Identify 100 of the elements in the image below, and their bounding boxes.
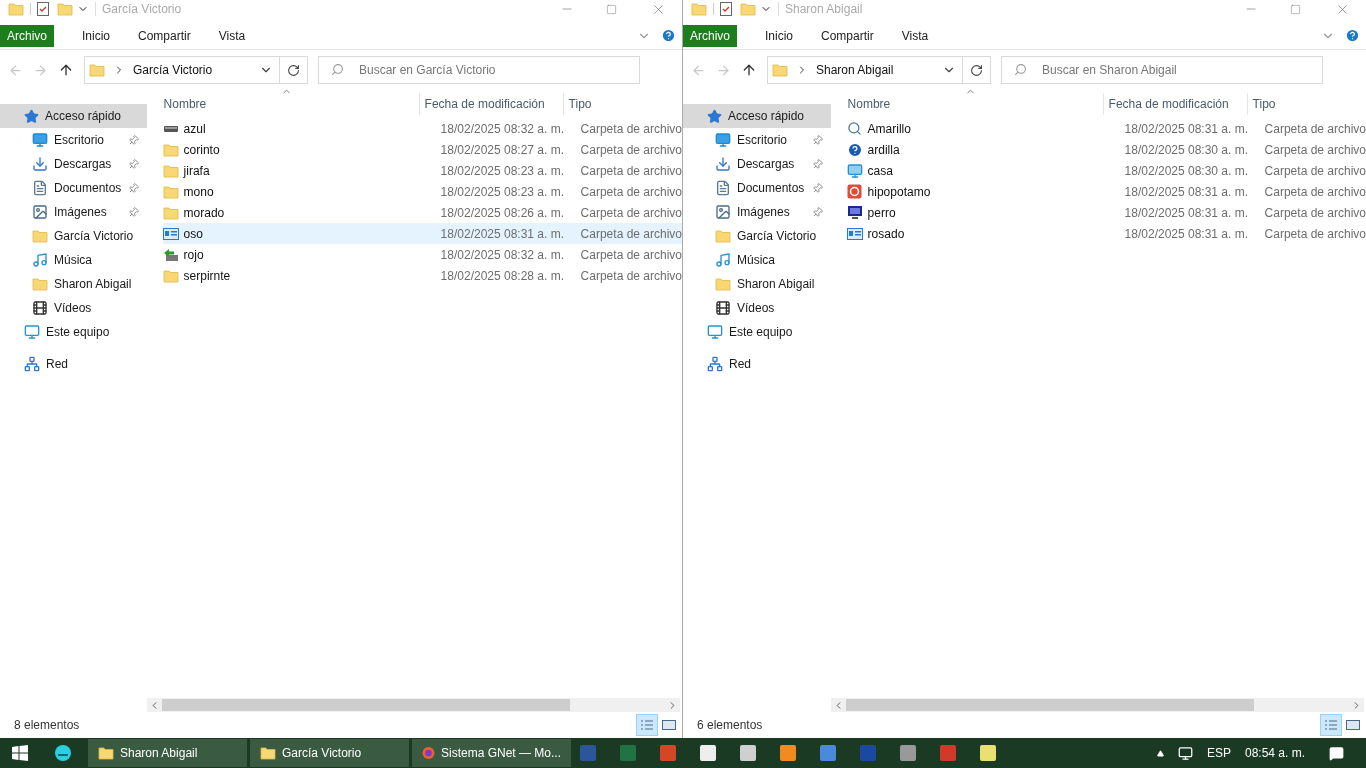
scrollbar-thumb[interactable]: [161, 699, 570, 711]
nav-item[interactable]: Red: [0, 352, 147, 376]
input-language[interactable]: ESP: [1206, 744, 1231, 762]
pinned-app-icon[interactable]: [900, 745, 916, 761]
help-icon[interactable]: [661, 28, 676, 43]
refresh-icon: [970, 63, 983, 77]
horizontal-scrollbar[interactable]: [830, 698, 1364, 712]
file-row[interactable]: azul 18/02/2025 08:32 a. m. Carpeta de archivo: [162, 118, 682, 139]
app-icon[interactable]: [54, 744, 72, 762]
nav-item[interactable]: Música: [0, 248, 147, 272]
address-bar[interactable]: García Victorio: [84, 56, 280, 84]
search-icon: [1014, 63, 1027, 76]
file-row[interactable]: oso 18/02/2025 08:31 a. m. Carpeta de archivo: [162, 223, 682, 244]
horizontal-scrollbar[interactable]: [146, 698, 680, 712]
pinned-app-icon[interactable]: [740, 745, 756, 761]
taskbar-button[interactable]: Sharon Abigail: [88, 739, 248, 767]
help-icon[interactable]: [1345, 28, 1360, 43]
forward-button[interactable]: [716, 62, 731, 78]
column-header[interactable]: Nombre: [146, 95, 419, 113]
clock[interactable]: 08:54 a. m.: [1244, 744, 1305, 762]
nav-item[interactable]: Descargas: [683, 152, 831, 176]
column-header[interactable]: Fecha de modificación: [419, 95, 563, 113]
taskbar-button[interactable]: Sistema GNet — Mo...: [412, 739, 572, 767]
nav-item[interactable]: García Victorio: [0, 224, 147, 248]
ribbon-tab[interactable]: Compartir: [124, 24, 205, 47]
refresh-button[interactable]: [963, 56, 991, 84]
nav-item[interactable]: Este equipo: [0, 320, 147, 344]
pinned-app-icon[interactable]: [940, 745, 956, 761]
show-hidden-icons[interactable]: [1156, 749, 1164, 757]
nav-item[interactable]: Red: [683, 352, 831, 376]
column-header[interactable]: Nombre: [830, 95, 1103, 113]
file-row[interactable]: rosado 18/02/2025 08:31 a. m. Carpeta de archivo: [846, 223, 1366, 244]
properties-icon[interactable]: [720, 2, 732, 16]
nav-item[interactable]: Sharon Abigail: [683, 272, 831, 296]
nav-item[interactable]: Documentos: [0, 176, 147, 200]
search-field[interactable]: Buscar en Sharon Abigail: [1001, 56, 1323, 84]
scrollbar-thumb[interactable]: [845, 699, 1254, 711]
maximize-button[interactable]: [1290, 3, 1301, 15]
nav-item[interactable]: Sharon Abigail: [0, 272, 147, 296]
file-row[interactable]: jirafa 18/02/2025 08:23 a. m. Carpeta de archivo: [162, 160, 682, 181]
file-type: Carpeta de archivo: [579, 246, 682, 264]
nav-item[interactable]: Este equipo: [683, 320, 831, 344]
maximize-button[interactable]: [606, 3, 617, 15]
address-bar[interactable]: Sharon Abigail: [767, 56, 963, 84]
file-row[interactable]: morado 18/02/2025 08:26 a. m. Carpeta de archivo: [162, 202, 682, 223]
new-folder-icon: [57, 2, 73, 16]
star-icon: [24, 108, 39, 124]
up-button[interactable]: [741, 62, 757, 78]
item-count: 8 elementos: [14, 717, 80, 734]
ribbon-tab[interactable]: Vista: [887, 24, 943, 47]
pinned-app-icon[interactable]: [700, 745, 716, 761]
column-header[interactable]: Tipo: [1247, 95, 1276, 113]
pinned-app-icon[interactable]: [660, 745, 676, 761]
ribbon-tab[interactable]: Compartir: [807, 24, 888, 47]
folder-icon: [32, 229, 48, 243]
nav-item[interactable]: Acceso rápido: [0, 104, 147, 128]
nav-item[interactable]: Descargas: [0, 152, 147, 176]
file-row[interactable]: mono 18/02/2025 08:23 a. m. Carpeta de archivo: [162, 181, 682, 202]
file-name: casa: [866, 162, 894, 180]
modified-date: 18/02/2025 08:31 a. m.: [439, 225, 566, 243]
nav-item[interactable]: Documentos: [683, 176, 831, 200]
pinned-app-icon[interactable]: [980, 745, 996, 761]
nav-item[interactable]: Acceso rápido: [683, 104, 831, 128]
file-row[interactable]: corinto 18/02/2025 08:27 a. m. Carpeta de archivo: [162, 139, 682, 160]
pinned-app-icon[interactable]: [820, 745, 836, 761]
nav-item[interactable]: Vídeos: [683, 296, 831, 320]
column-header[interactable]: Tipo: [563, 95, 592, 113]
file-row[interactable]: rojo 18/02/2025 08:32 a. m. Carpeta de archivo: [162, 244, 682, 265]
back-button[interactable]: [691, 62, 706, 78]
up-button[interactable]: [58, 62, 74, 78]
nav-item[interactable]: Imágenes: [683, 200, 831, 224]
forward-button[interactable]: [33, 62, 48, 78]
browser-icon: [422, 746, 435, 760]
file-name: hipopotamo: [866, 183, 932, 201]
file-type: Carpeta de archivo: [1263, 120, 1366, 138]
file-row[interactable]: casa 18/02/2025 08:30 a. m. Carpeta de archivo: [846, 160, 1366, 181]
file-row[interactable]: ardilla 18/02/2025 08:30 a. m. Carpeta de archivo: [846, 139, 1366, 160]
back-button[interactable]: [8, 62, 23, 78]
taskbar-button[interactable]: García Victorio: [250, 739, 410, 767]
ribbon-tab[interactable]: Inicio: [68, 24, 125, 47]
nav-item[interactable]: Vídeos: [0, 296, 147, 320]
modified-date: 18/02/2025 08:32 a. m.: [439, 246, 566, 264]
nav-item[interactable]: Música: [683, 248, 831, 272]
properties-icon[interactable]: [37, 2, 49, 16]
ribbon-tab[interactable]: Inicio: [751, 24, 808, 47]
column-header[interactable]: Fecha de modificación: [1103, 95, 1247, 113]
nav-item[interactable]: García Victorio: [683, 224, 831, 248]
nav-item[interactable]: Imágenes: [0, 200, 147, 224]
nav-item[interactable]: Escritorio: [0, 128, 147, 152]
start-button[interactable]: [12, 745, 28, 761]
file-row[interactable]: perro 18/02/2025 08:31 a. m. Carpeta de archivo: [846, 202, 1366, 223]
search-field[interactable]: Buscar en García Victorio: [318, 56, 640, 84]
file-row[interactable]: hipopotamo 18/02/2025 08:31 a. m. Carpeta de archivo: [846, 181, 1366, 202]
notifications-icon[interactable]: [1329, 745, 1344, 761]
refresh-button[interactable]: [280, 56, 308, 84]
pinned-app-icon[interactable]: [780, 745, 796, 761]
file-row[interactable]: Amarillo 18/02/2025 08:31 a. m. Carpeta de archivo: [846, 118, 1366, 139]
nav-item[interactable]: Escritorio: [683, 128, 831, 152]
ribbon-tab[interactable]: Vista: [204, 24, 260, 47]
file-row[interactable]: serpirnte 18/02/2025 08:28 a. m. Carpeta de archivo: [162, 265, 682, 286]
